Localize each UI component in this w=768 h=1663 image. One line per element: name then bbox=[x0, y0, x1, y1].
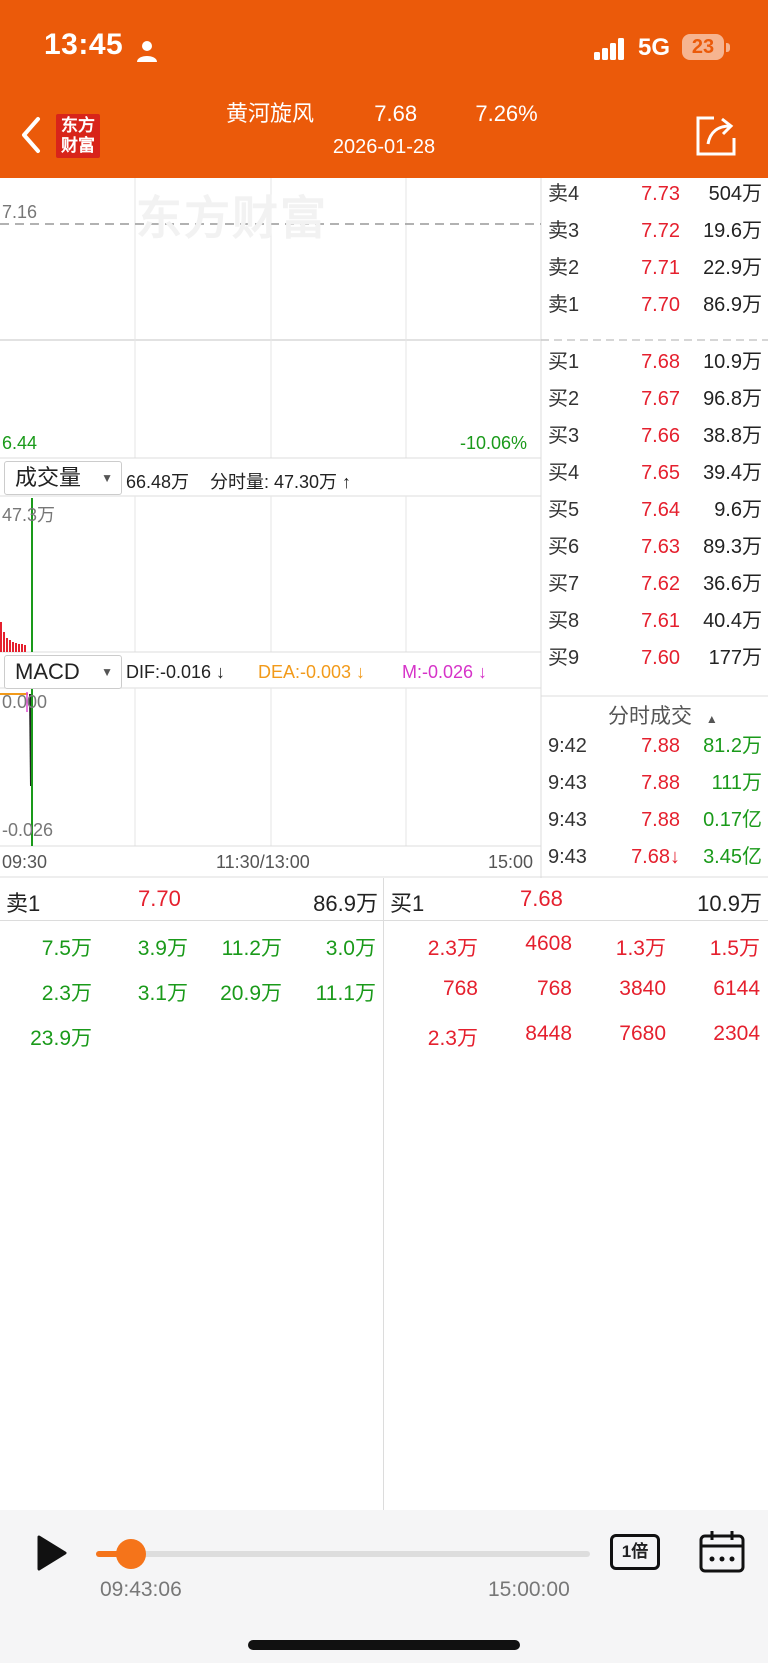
sell-order: 3.9万 bbox=[137, 937, 188, 960]
person-icon bbox=[137, 41, 157, 62]
play-icon[interactable] bbox=[34, 1534, 68, 1572]
sell-order: 3.1万 bbox=[137, 982, 188, 1005]
buy-order: 4608 bbox=[525, 932, 572, 955]
volume-total: 66.48万 bbox=[126, 472, 190, 492]
battery-icon: 23 bbox=[682, 34, 724, 60]
tick-row: 9:43 7.88 0.17亿 bbox=[548, 809, 762, 831]
buy-order: 7680 bbox=[619, 1022, 666, 1045]
buy-order: 1.3万 bbox=[615, 937, 666, 960]
end-time: 15:00:00 bbox=[488, 1578, 570, 1601]
signal-icon bbox=[594, 38, 626, 60]
buy-order: 2.3万 bbox=[427, 1027, 478, 1050]
bid-row[interactable]: 买7 7.62 36.6万 bbox=[548, 566, 768, 603]
bid-row[interactable]: 买3 7.66 38.8万 bbox=[548, 418, 768, 455]
chart-watermark: 东方财富 bbox=[136, 192, 328, 244]
battery-level: 23 bbox=[691, 36, 715, 58]
bid-row[interactable]: 买9 7.60 177万 bbox=[548, 640, 768, 677]
macd-m: M:-0.026 ↓ bbox=[402, 662, 488, 682]
tick-row: 9:42 7.88 81.2万 bbox=[548, 735, 762, 757]
chevron-down-icon: ▼ bbox=[101, 471, 113, 485]
stock-change-pct: 7.26% bbox=[475, 101, 538, 126]
low-price-label: 6.44 bbox=[2, 433, 38, 453]
buy-order: 3840 bbox=[619, 977, 666, 1000]
macd-top-label: 0.000 bbox=[2, 692, 48, 712]
stock-name: 黄河旋风 bbox=[226, 101, 315, 126]
buy-order: 6144 bbox=[713, 977, 760, 1000]
volume-tick: 分时量: 47.30万 ↑ bbox=[210, 472, 352, 492]
sell-order: 23.9万 bbox=[30, 1027, 92, 1050]
speed-button[interactable]: 1倍 bbox=[610, 1534, 660, 1570]
sell-order: 20.9万 bbox=[220, 982, 282, 1005]
ask-row[interactable]: 卖2 7.71 22.9万 bbox=[548, 250, 768, 287]
bid-row[interactable]: 买4 7.65 39.4万 bbox=[548, 455, 768, 492]
battery-cap bbox=[726, 43, 730, 52]
buy-order: 768 bbox=[536, 977, 572, 1000]
triangle-up-icon: ▲ bbox=[705, 712, 718, 726]
time-axis-mid: 11:30/13:00 bbox=[216, 852, 310, 872]
share-icon[interactable] bbox=[694, 114, 738, 158]
tick-row: 9:43 7.68↓ 3.45亿 bbox=[548, 846, 762, 868]
bid-row[interactable]: 买1 7.68 10.9万 bbox=[548, 344, 768, 381]
chevron-down-icon: ▼ bbox=[101, 665, 113, 679]
sell-order: 11.2万 bbox=[221, 937, 282, 960]
replay-player: 09:43:06 15:00:00 1倍 bbox=[0, 1510, 768, 1663]
stock-quote-line: 黄河旋风 7.68 7.26% bbox=[226, 96, 538, 128]
buy-order: 8448 bbox=[525, 1022, 572, 1045]
macd-dif: DIF:-0.016 ↓ bbox=[126, 662, 226, 682]
progress-knob[interactable] bbox=[115, 1539, 146, 1569]
home-indicator bbox=[248, 1640, 520, 1650]
ask-row[interactable]: 卖1 7.70 86.9万 bbox=[548, 287, 768, 324]
buy-order: 768 bbox=[442, 977, 478, 1000]
buy-order: 2304 bbox=[713, 1022, 760, 1045]
order-queue: 卖1 7.70 86.9万 买1 7.68 10.9万 7.5万 3.9万 11… bbox=[0, 878, 768, 1510]
sell-order: 3.0万 bbox=[325, 937, 376, 960]
buy-order: 2.3万 bbox=[427, 937, 478, 960]
ask-row[interactable]: 卖3 7.72 19.6万 bbox=[548, 213, 768, 250]
bid-row[interactable]: 买6 7.63 89.3万 bbox=[548, 529, 768, 566]
buy-order: 1.5万 bbox=[709, 937, 760, 960]
bid-row[interactable]: 买5 7.64 9.6万 bbox=[548, 492, 768, 529]
replay-date: 2026-01-28 bbox=[332, 136, 436, 158]
stock-price: 7.68 bbox=[374, 101, 418, 126]
time-axis-start: 09:30 bbox=[2, 852, 48, 872]
ask-row[interactable]: 卖4 7.73 504万 bbox=[548, 176, 768, 213]
sell-order: 7.5万 bbox=[41, 937, 92, 960]
macd-indicator-select[interactable]: MACD ▼ bbox=[4, 655, 122, 689]
tick-row: 9:43 7.88 111万 bbox=[548, 772, 762, 794]
network-type: 5G bbox=[638, 34, 671, 61]
sell-queue-price: 7.70 bbox=[138, 886, 181, 911]
buy-queue-label: 买1 bbox=[390, 891, 425, 916]
ref-price-label: 7.16 bbox=[2, 202, 38, 222]
low-pct-label: -10.06% bbox=[460, 433, 528, 453]
ticks-header[interactable]: 分时成交 ▲ bbox=[608, 700, 718, 730]
status-time: 13:45 bbox=[44, 28, 124, 61]
buy-queue-vol: 10.9万 bbox=[697, 891, 762, 916]
intraday-chart-area: 东方财富 7.16 6.44 -10.06% 成交量 ▼ 66.48万 分时量:… bbox=[0, 178, 768, 878]
macd-bottom-label: -0.026 bbox=[2, 820, 54, 840]
sell-order: 2.3万 bbox=[41, 982, 92, 1005]
bid-row[interactable]: 买8 7.61 40.4万 bbox=[548, 603, 768, 640]
volume-indicator-select[interactable]: 成交量 ▼ bbox=[4, 461, 122, 495]
macd-dea: DEA:-0.003 ↓ bbox=[258, 662, 366, 682]
time-axis-end: 15:00 bbox=[488, 852, 534, 872]
app-header: 13:45 5G 23 东方 财富 黄河旋风 7.68 7.26% 2026-0… bbox=[0, 0, 768, 178]
sell-order: 11.1万 bbox=[315, 982, 376, 1005]
sell-queue-label: 卖1 bbox=[6, 891, 41, 916]
current-time: 09:43:06 bbox=[100, 1578, 182, 1601]
buy-queue-price: 7.68 bbox=[520, 886, 563, 911]
bid-row[interactable]: 买2 7.67 96.8万 bbox=[548, 381, 768, 418]
calendar-icon[interactable] bbox=[698, 1530, 746, 1574]
sell-queue-vol: 86.9万 bbox=[313, 891, 378, 916]
progress-track[interactable] bbox=[96, 1551, 590, 1557]
volume-max-label: 47.3万 bbox=[2, 505, 56, 525]
